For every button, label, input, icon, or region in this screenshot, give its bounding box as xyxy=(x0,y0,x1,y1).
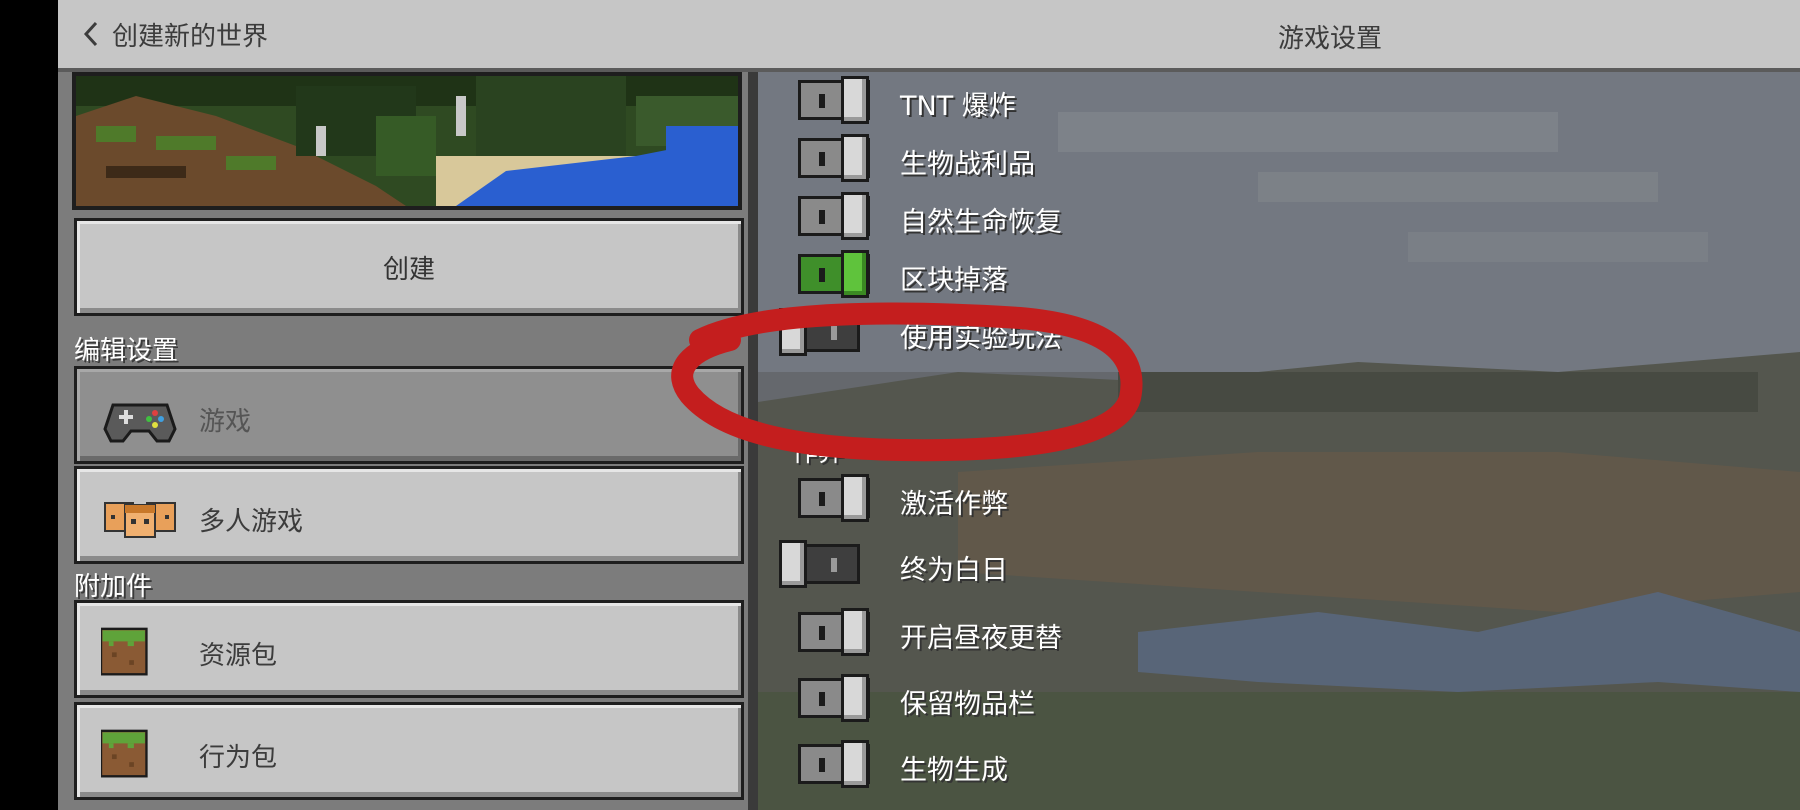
grass-block-icon xyxy=(101,627,148,676)
menu-item-game[interactable]: 游戏 xyxy=(74,366,744,464)
toggle-daylight-cycle[interactable] xyxy=(798,608,870,656)
setting-row-mob-spawning: 生物生成 xyxy=(758,736,1358,792)
setting-row-keep-inventory: 保留物品栏 xyxy=(758,670,1358,726)
toggle-natural-regen[interactable] xyxy=(798,192,870,240)
setting-row-tile-drops: 区块掉落 xyxy=(758,246,1358,302)
setting-label-activate-cheats: 激活作弊 xyxy=(900,489,1008,520)
cheats-heading: 作弊 xyxy=(792,438,845,468)
toggle-always-day[interactable] xyxy=(779,540,860,588)
toggle-tile-drops[interactable] xyxy=(798,250,870,298)
setting-label-always-day: 终为白日 xyxy=(900,555,1008,586)
world-preview-image xyxy=(72,72,742,210)
setting-row-always-day: 终为白日 xyxy=(758,536,1358,592)
top-bar: 创建新的世界 游戏设置 xyxy=(58,0,1800,72)
setting-label-natural-regen: 自然生命恢复 xyxy=(900,207,1062,238)
menu-item-multiplayer-label: 多人游戏 xyxy=(199,507,304,537)
menu-item-multiplayer[interactable]: 多人游戏 xyxy=(74,466,744,564)
toggle-mob-loot[interactable] xyxy=(798,134,870,182)
menu-item-behavior-packs-label: 行为包 xyxy=(199,743,278,773)
setting-row-experimental: 使用实验玩法 xyxy=(758,304,1358,360)
setting-label-tnt: TNT 爆炸 xyxy=(900,91,1016,122)
edit-settings-heading: 编辑设置 xyxy=(74,336,179,366)
panel-divider xyxy=(748,72,758,810)
toggle-tnt[interactable] xyxy=(798,76,870,124)
setting-label-mob-spawning: 生物生成 xyxy=(900,755,1008,786)
grass-block-icon xyxy=(101,729,148,778)
setting-row-activate-cheats: 激活作弊 xyxy=(758,470,1358,526)
create-button-label: 创建 xyxy=(382,254,435,285)
players-icon xyxy=(104,502,176,538)
setting-row-tnt: TNT 爆炸 xyxy=(758,72,1358,128)
setting-label-keep-inventory: 保留物品栏 xyxy=(900,689,1035,720)
create-button[interactable]: 创建 xyxy=(74,218,744,316)
menu-item-resource-packs[interactable]: 资源包 xyxy=(74,600,744,698)
menu-item-resource-packs-label: 资源包 xyxy=(199,641,278,671)
back-label: 创建新的世界 xyxy=(112,21,269,52)
setting-label-mob-loot: 生物战利品 xyxy=(900,149,1035,180)
settings-panel: TNT 爆炸 生物战利品 自然生命恢复 区块掉落 使用实验玩法 作弊 激活作弊 … xyxy=(758,72,1800,810)
setting-row-mob-loot: 生物战利品 xyxy=(758,130,1358,186)
app-window: 创建新的世界 游戏设置 创建 编辑设置 游戏 多人游戏 附加件 资源包 行为包 … xyxy=(0,0,1800,810)
menu-item-behavior-packs[interactable]: 行为包 xyxy=(74,702,744,800)
addons-heading: 附加件 xyxy=(74,572,153,602)
toggle-keep-inventory[interactable] xyxy=(798,674,870,722)
toggle-mob-spawning[interactable] xyxy=(798,740,870,788)
toggle-activate-cheats[interactable] xyxy=(798,474,870,522)
setting-label-tile-drops: 区块掉落 xyxy=(900,265,1008,296)
setting-label-experimental: 使用实验玩法 xyxy=(900,323,1062,354)
setting-row-natural-regen: 自然生命恢复 xyxy=(758,188,1358,244)
setting-label-daylight-cycle: 开启昼夜更替 xyxy=(900,623,1062,654)
menu-item-game-label: 游戏 xyxy=(199,407,252,437)
chevron-left-icon xyxy=(83,21,98,47)
page-title: 游戏设置 xyxy=(1278,24,1383,54)
toggle-experimental[interactable] xyxy=(779,308,860,356)
setting-row-daylight-cycle: 开启昼夜更替 xyxy=(758,604,1358,660)
controller-icon xyxy=(103,403,177,443)
back-button[interactable]: 创建新的世界 xyxy=(80,14,268,54)
